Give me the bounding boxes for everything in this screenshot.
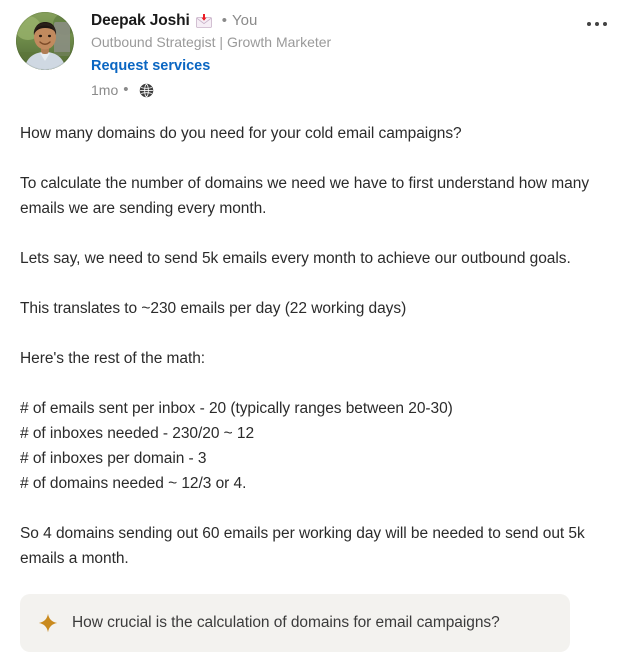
post-paragraph: How many domains do you need for your co… [20, 125, 462, 142]
math-line: # of inboxes needed - 230/20 ~ 12 [20, 425, 255, 442]
author-info: Deepak Joshi • You Outbound Strategist |… [91, 10, 612, 99]
author-name[interactable]: Deepak Joshi [91, 11, 190, 31]
post-paragraph: So 4 domains sending out 60 emails per w… [20, 525, 589, 567]
globe-icon [139, 83, 154, 98]
post-paragraph: This translates to ~230 emails per day (… [20, 300, 407, 317]
post-content: How many domains do you need for your co… [0, 121, 626, 571]
post-paragraph: Here's the rest of the math: [20, 350, 206, 367]
more-options-button[interactable] [580, 10, 614, 38]
math-line: # of inboxes per domain - 3 [20, 450, 207, 467]
math-line: # of domains needed ~ 12/3 or 4. [20, 475, 247, 492]
post-paragraph: Lets say, we need to send 5k emails ever… [20, 250, 571, 267]
ellipsis-dot [587, 22, 591, 26]
post-header: Deepak Joshi • You Outbound Strategist |… [0, 0, 626, 99]
linkedin-post: Deepak Joshi • You Outbound Strategist |… [0, 0, 626, 662]
ellipsis-dot [603, 22, 607, 26]
ai-suggestion-text: How crucial is the calculation of domain… [72, 614, 500, 631]
sparkle-icon [38, 613, 58, 633]
ellipsis-dot [595, 22, 599, 26]
math-line: # of emails sent per inbox - 20 (typical… [20, 400, 453, 417]
avatar[interactable] [16, 12, 74, 70]
author-headline: Outbound Strategist | Growth Marketer [91, 34, 332, 50]
author-name-line: Deepak Joshi • You [91, 11, 612, 31]
math-breakdown: # of emails sent per inbox - 20 (typical… [20, 396, 608, 496]
post-timestamp: 1mo [91, 82, 119, 98]
name-separator: • [221, 12, 227, 29]
relationship-label: You [232, 12, 258, 29]
ai-suggestion-chip[interactable]: How crucial is the calculation of domain… [20, 594, 570, 652]
post-meta: 1mo • [91, 81, 612, 99]
meta-separator: • [123, 81, 129, 98]
post-paragraph: To calculate the number of domains we ne… [20, 175, 594, 217]
request-services-link[interactable]: Request services [91, 57, 210, 75]
incoming-envelope-icon [195, 14, 212, 28]
